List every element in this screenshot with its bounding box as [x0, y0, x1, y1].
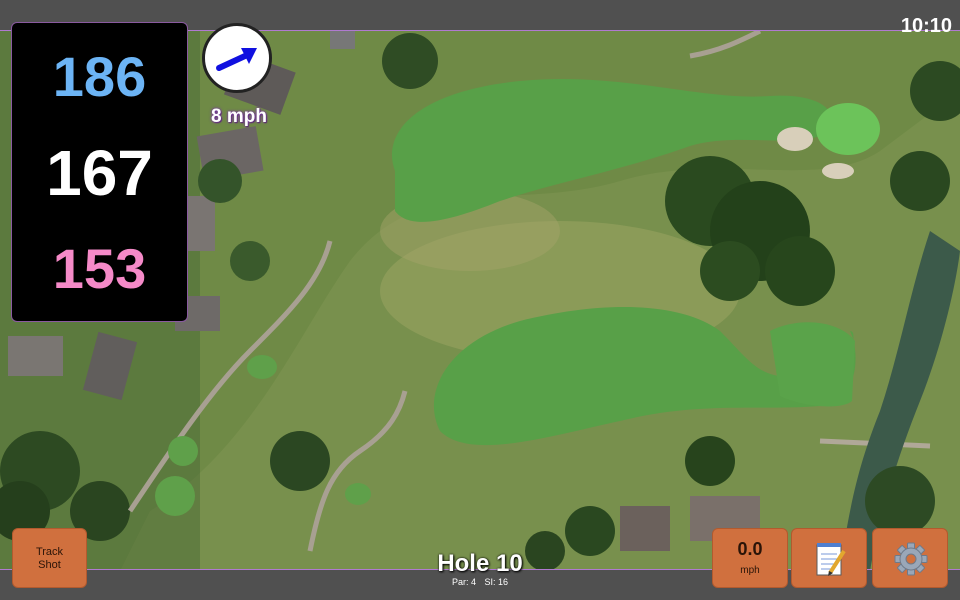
- front-yardage: 153: [52, 237, 147, 300]
- track-shot-label-line1: Track: [35, 546, 64, 558]
- notepad-icon: [816, 543, 846, 576]
- track-shot-button[interactable]: Track Shot: [12, 528, 87, 588]
- hole-stroke-index: SI: 16: [484, 577, 509, 587]
- hole-par: Par: 4: [451, 577, 476, 587]
- settings-button[interactable]: [872, 528, 948, 588]
- wind-arrow-icon: [216, 48, 257, 71]
- hole-info: Par: 4 SI: 16: [400, 577, 560, 587]
- notes-button[interactable]: [791, 528, 867, 588]
- wind-unit: mph: [740, 565, 760, 576]
- wind-value: 0.0: [737, 539, 763, 559]
- hole-title: Hole 10: [437, 550, 523, 577]
- wind-speed-button[interactable]: 0.0 mph: [712, 528, 788, 588]
- wind-speed-label: 8 mph: [211, 106, 267, 127]
- clock: 10:10: [900, 15, 952, 37]
- track-shot-label-line2: Shot: [38, 559, 61, 571]
- yardage-panel: 186 167 153: [11, 22, 188, 322]
- back-yardage: 186: [52, 45, 147, 108]
- middle-yardage: 167: [46, 137, 153, 209]
- wind-direction-indicator: [202, 23, 272, 93]
- gear-icon: [894, 542, 928, 576]
